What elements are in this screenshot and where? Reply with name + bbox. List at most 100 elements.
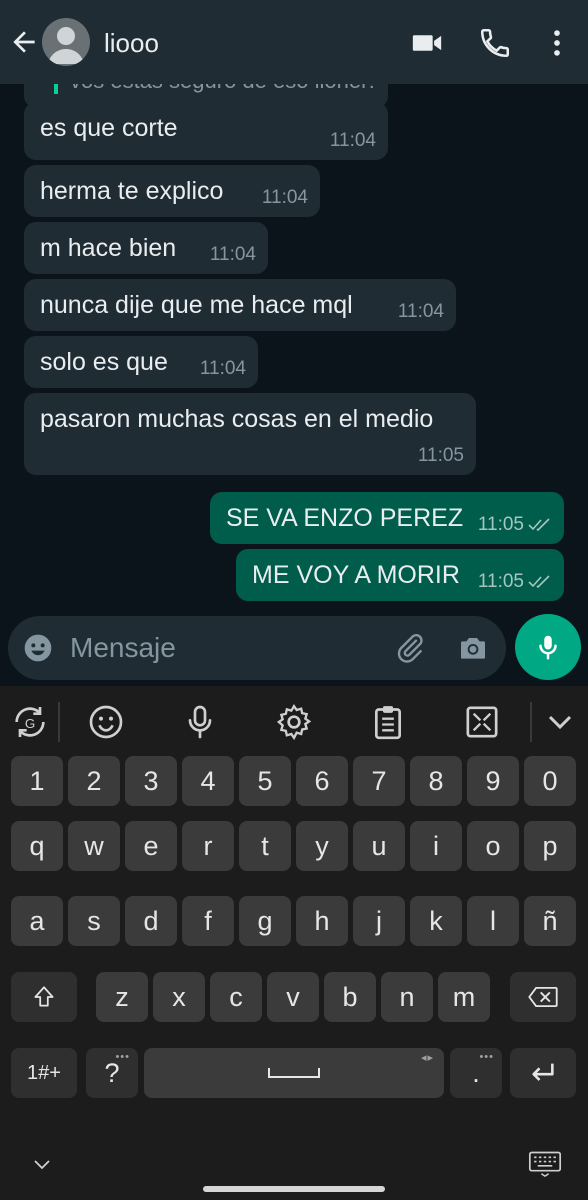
emoji-icon[interactable]: [22, 632, 54, 664]
key-b[interactable]: b: [324, 972, 376, 1022]
key-6[interactable]: 6: [296, 756, 348, 806]
message-composer: [8, 616, 506, 680]
keyboard-resize-icon[interactable]: [462, 702, 502, 742]
key-5[interactable]: 5: [239, 756, 291, 806]
quote-accent-bar: [54, 84, 58, 94]
svg-text:G: G: [25, 716, 35, 731]
key-s[interactable]: s: [68, 896, 120, 946]
key-m[interactable]: m: [438, 972, 490, 1022]
shift-key[interactable]: [11, 972, 77, 1022]
key-0[interactable]: 0: [524, 756, 576, 806]
attach-paperclip-icon[interactable]: [394, 632, 426, 664]
key-z[interactable]: z: [96, 972, 148, 1022]
contact-name[interactable]: liooo: [104, 28, 159, 59]
video-call-icon[interactable]: [410, 26, 444, 60]
enter-key[interactable]: [510, 1048, 576, 1098]
more-options-icon[interactable]: [540, 26, 574, 60]
message-text: es que corte: [40, 114, 178, 142]
avatar[interactable]: [42, 18, 90, 66]
collapse-toolbar-chevron-icon[interactable]: [540, 702, 580, 742]
toolbar-divider: [530, 702, 532, 742]
key-g[interactable]: g: [239, 896, 291, 946]
message-bubble-outgoing[interactable]: SE VA ENZO PEREZ 11:05: [210, 492, 564, 544]
key-1[interactable]: 1: [11, 756, 63, 806]
message-text: ME VOY A MORIR: [252, 561, 460, 589]
key-i[interactable]: i: [410, 821, 462, 871]
voice-message-button[interactable]: [515, 614, 581, 680]
on-screen-keyboard: G 1 2 3 4 5 6 7 8 9 0 q w e r t y u i o …: [0, 686, 588, 1200]
key-j[interactable]: j: [353, 896, 405, 946]
double-check-read-icon: [528, 518, 550, 532]
space-bar[interactable]: ◂▸: [144, 1048, 444, 1098]
key-f[interactable]: f: [182, 896, 234, 946]
clipboard-icon[interactable]: [368, 702, 408, 742]
key-t[interactable]: t: [239, 821, 291, 871]
message-bubble-incoming[interactable]: m hace bien 11:04: [24, 222, 268, 274]
message-bubble-outgoing[interactable]: ME VOY A MORIR 11:05: [236, 549, 564, 601]
message-input[interactable]: [70, 630, 380, 666]
switch-keyboard-icon[interactable]: [528, 1150, 562, 1178]
message-time: 11:04: [329, 130, 376, 151]
key-9[interactable]: 9: [467, 756, 519, 806]
message-text: pasaron muchas cosas en el medio: [40, 405, 434, 433]
key-d[interactable]: d: [125, 896, 177, 946]
keyboard-emoji-icon[interactable]: [86, 702, 126, 742]
key-y[interactable]: y: [296, 821, 348, 871]
message-time: 11:04: [397, 301, 444, 322]
key-3[interactable]: 3: [125, 756, 177, 806]
message-bubble-incoming[interactable]: es que corte 11:04: [24, 102, 388, 160]
message-text: herma te explico: [40, 177, 224, 205]
shift-arrow-icon: [34, 986, 54, 1007]
phone-call-icon[interactable]: [478, 26, 512, 60]
message-time: 11:04: [261, 187, 308, 208]
key-c[interactable]: c: [210, 972, 262, 1022]
camera-icon[interactable]: [456, 632, 490, 664]
symbols-key[interactable]: 1#+: [11, 1048, 77, 1098]
message-time: 11:05: [477, 571, 524, 592]
key-o[interactable]: o: [467, 821, 519, 871]
message-time: 11:04: [209, 244, 256, 265]
key-k[interactable]: k: [410, 896, 462, 946]
question-key[interactable]: ••• ?: [86, 1048, 138, 1098]
space-bar-icon: [268, 1068, 320, 1078]
message-bubble-incoming[interactable]: pasaron muchas cosas en el medio 11:05: [24, 393, 476, 475]
key-n-tilde[interactable]: ñ: [524, 896, 576, 946]
message-text: SE VA ENZO PEREZ: [226, 504, 464, 532]
quoted-message-text: vos estas seguro de eso lionel?: [70, 84, 378, 94]
back-arrow-icon[interactable]: [8, 26, 40, 58]
key-2[interactable]: 2: [68, 756, 120, 806]
message-text: nunca dije que me hace mql: [40, 291, 353, 319]
key-7[interactable]: 7: [353, 756, 405, 806]
backspace-key[interactable]: [510, 972, 576, 1022]
key-a[interactable]: a: [11, 896, 63, 946]
key-4[interactable]: 4: [182, 756, 234, 806]
key-q[interactable]: q: [11, 821, 63, 871]
gesture-home-bar[interactable]: [203, 1186, 385, 1192]
period-key[interactable]: ••• .: [450, 1048, 502, 1098]
message-bubble-incoming[interactable]: nunca dije que me hace mql 11:04: [24, 279, 456, 331]
key-u[interactable]: u: [353, 821, 405, 871]
key-8[interactable]: 8: [410, 756, 462, 806]
keyboard-settings-gear-icon[interactable]: [274, 702, 314, 742]
key-e[interactable]: e: [125, 821, 177, 871]
key-l[interactable]: l: [467, 896, 519, 946]
double-check-read-icon: [528, 575, 550, 589]
message-time: 11:05: [417, 445, 464, 466]
more-punctuation-dots: •••: [479, 1051, 494, 1063]
key-h[interactable]: h: [296, 896, 348, 946]
key-w[interactable]: w: [68, 821, 120, 871]
message-bubble-incoming[interactable]: herma te explico 11:04: [24, 165, 320, 217]
microphone-icon: [539, 635, 557, 660]
keyboard-voice-input-icon[interactable]: [180, 702, 220, 742]
more-symbols-dots: •••: [115, 1051, 130, 1063]
message-bubble-incoming[interactable]: solo es que 11:04: [24, 336, 258, 388]
translate-refresh-icon[interactable]: G: [10, 702, 50, 742]
key-n[interactable]: n: [381, 972, 433, 1022]
key-p[interactable]: p: [524, 821, 576, 871]
backspace-icon: [528, 986, 558, 1008]
key-v[interactable]: v: [267, 972, 319, 1022]
key-r[interactable]: r: [182, 821, 234, 871]
key-x[interactable]: x: [153, 972, 205, 1022]
hide-keyboard-chevron-icon[interactable]: [30, 1152, 54, 1176]
message-list[interactable]: vos estas seguro de eso lionel? es que c…: [0, 84, 588, 684]
